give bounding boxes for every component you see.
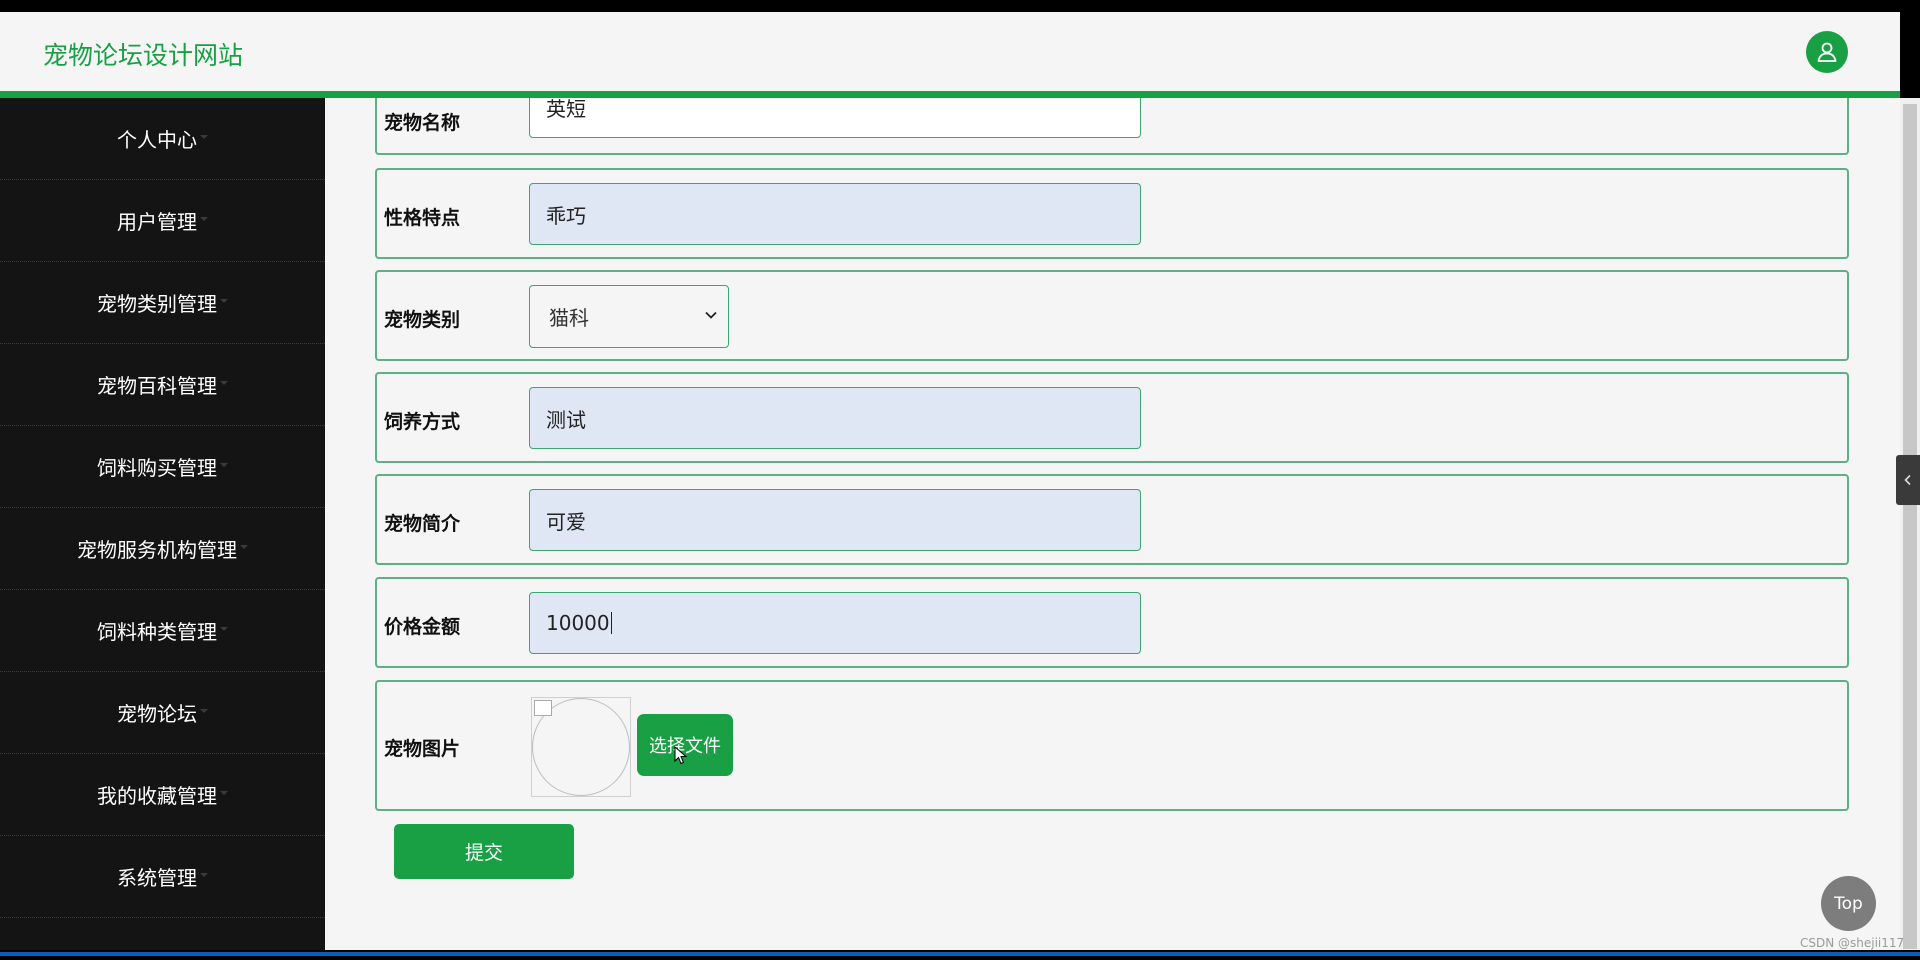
- sidebar-item-label: 宠物百科管理: [97, 374, 217, 398]
- image-preview: [531, 697, 631, 797]
- caret-down-icon: [200, 134, 208, 139]
- caret-down-icon: [220, 790, 228, 795]
- sidebar-item-label: 用户管理: [117, 210, 197, 234]
- scrollbar-thumb[interactable]: [1903, 104, 1917, 949]
- form-row-feeding: 饲养方式 测试: [375, 372, 1849, 463]
- sidebar-item-label: 宠物论坛: [117, 702, 197, 726]
- sidebar-item-pet-category[interactable]: 宠物类别管理: [0, 262, 325, 344]
- sidebar-item-feed-type[interactable]: 饲料种类管理: [0, 590, 325, 672]
- sidebar-item-label: 饲料购买管理: [97, 456, 217, 480]
- sidebar-item-system[interactable]: 系统管理: [0, 836, 325, 918]
- caret-down-icon: [200, 872, 208, 877]
- field-label: 饲养方式: [384, 411, 461, 433]
- sidebar-item-label: 系统管理: [117, 866, 197, 890]
- caret-down-icon: [200, 216, 208, 221]
- sidebar-item-feed-purchase[interactable]: 饲料购买管理: [0, 426, 325, 508]
- top-header: 宠物论坛设计网站: [0, 12, 1900, 98]
- field-label: 宠物类别: [384, 309, 461, 331]
- choose-file-button[interactable]: 选择文件: [637, 714, 733, 776]
- sidebar-item-favorites[interactable]: 我的收藏管理: [0, 754, 325, 836]
- form-row-category: 宠物类别 猫科: [375, 270, 1849, 361]
- caret-down-icon: [200, 708, 208, 713]
- form-row-price: 价格金额 10000: [375, 577, 1849, 668]
- sidebar-item-label: 宠物类别管理: [97, 292, 217, 316]
- sidebar-item-user-management[interactable]: 用户管理: [0, 180, 325, 262]
- mouse-pointer-icon: [674, 746, 688, 765]
- screen-top-edge: [0, 0, 1920, 12]
- sidebar-item-service-agency[interactable]: 宠物服务机构管理: [0, 508, 325, 590]
- field-label: 价格金额: [384, 616, 461, 638]
- caret-down-icon: [220, 298, 228, 303]
- watermark-text: CSDN @shejii117: [1800, 936, 1905, 950]
- field-label: 性格特点: [384, 207, 461, 229]
- site-title: 宠物论坛设计网站: [43, 41, 244, 70]
- back-to-top-button[interactable]: Top: [1821, 876, 1876, 931]
- caret-down-icon: [220, 380, 228, 385]
- broken-image-icon: [534, 700, 552, 716]
- text-cursor: [610, 612, 612, 634]
- form-row-image: 宠物图片 选择文件: [375, 680, 1849, 811]
- field-label: 宠物图片: [384, 738, 461, 760]
- form-area: 宠物名称 英短 性格特点 乖巧 宠物类别 猫科 饲养方式 测试 宠物简介 可爱 …: [325, 98, 1900, 950]
- category-select[interactable]: 猫科: [529, 285, 729, 348]
- personality-input[interactable]: 乖巧: [529, 183, 1141, 245]
- field-label: 宠物名称: [384, 112, 461, 134]
- caret-down-icon: [220, 626, 228, 631]
- intro-input[interactable]: 可爱: [529, 489, 1141, 551]
- chevron-left-icon: [1904, 474, 1911, 486]
- sidebar-item-personal-center[interactable]: 个人中心: [0, 98, 325, 180]
- sidebar-item-pet-wiki[interactable]: 宠物百科管理: [0, 344, 325, 426]
- user-icon: [1817, 42, 1837, 62]
- taskbar-accent-line: [0, 952, 1920, 956]
- field-label: 宠物简介: [384, 513, 461, 535]
- form-row-personality: 性格特点 乖巧: [375, 168, 1849, 259]
- side-collapse-tab[interactable]: [1896, 455, 1920, 505]
- submit-button[interactable]: 提交: [394, 824, 574, 879]
- user-avatar-button[interactable]: [1806, 31, 1848, 73]
- sidebar-item-label: 个人中心: [117, 128, 197, 152]
- chevron-down-icon: [705, 311, 717, 319]
- sidebar-item-label: 饲料种类管理: [97, 620, 217, 644]
- sidebar-item-label: 我的收藏管理: [97, 784, 217, 808]
- sidebar-item-pet-forum[interactable]: 宠物论坛: [0, 672, 325, 754]
- sidebar-menu: 个人中心 用户管理 宠物类别管理 宠物百科管理 饲料购买管理 宠物服务机构管理 …: [0, 98, 325, 950]
- form-row-intro: 宠物简介 可爱: [375, 474, 1849, 565]
- price-input[interactable]: 10000: [529, 592, 1141, 654]
- feeding-input[interactable]: 测试: [529, 387, 1141, 449]
- caret-down-icon: [220, 462, 228, 467]
- caret-down-icon: [240, 544, 248, 549]
- pet-name-input[interactable]: 英短: [529, 98, 1141, 138]
- form-row-pet-name: 宠物名称 英短: [375, 98, 1849, 155]
- sidebar-item-label: 宠物服务机构管理: [77, 538, 237, 562]
